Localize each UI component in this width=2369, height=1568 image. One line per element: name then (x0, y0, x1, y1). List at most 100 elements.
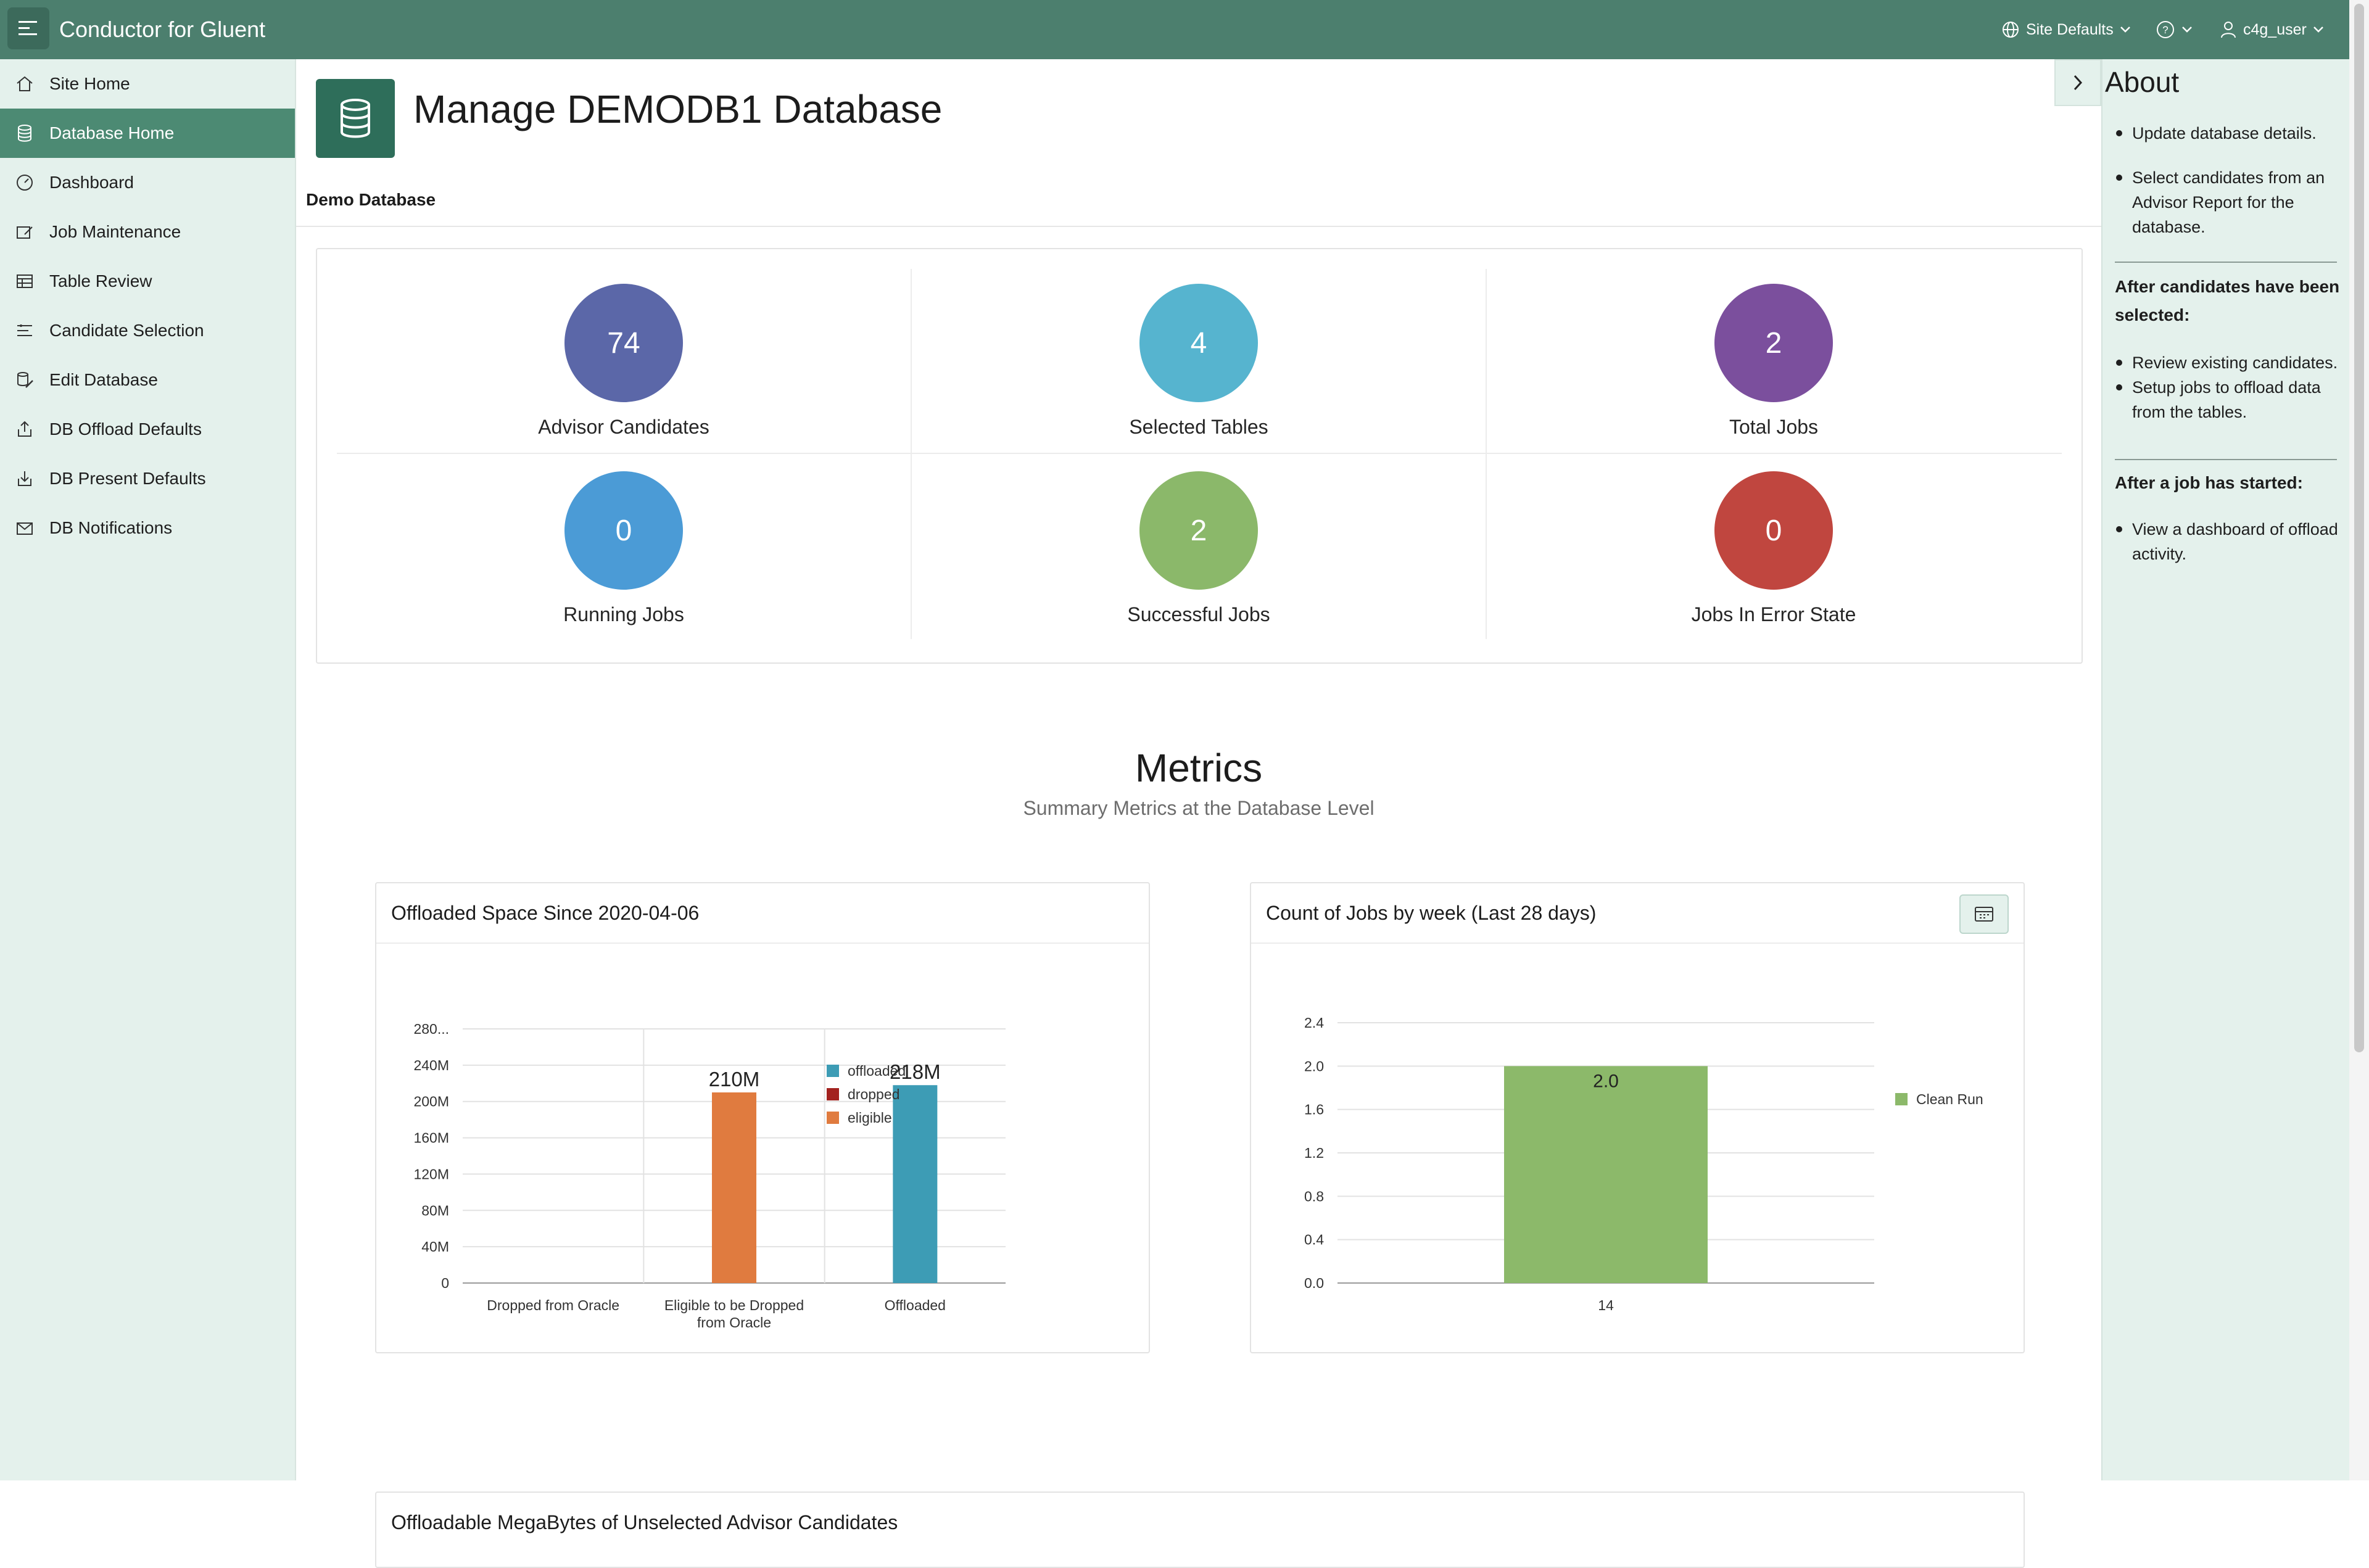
user-icon (2221, 22, 2236, 38)
site-defaults-menu[interactable]: Site Defaults (2001, 0, 2131, 59)
y-tick-label: 120M (413, 1166, 449, 1182)
edit-job-icon (12, 220, 37, 244)
menu-toggle-button[interactable] (7, 7, 49, 49)
sidebar-item-label: Dashboard (49, 173, 134, 192)
badge-label: Jobs In Error State (1691, 603, 1856, 625)
table-view-icon (1975, 907, 1993, 922)
y-tick-label: 1.2 (1304, 1145, 1324, 1161)
list-item: View a dashboard of offload activity. (2115, 517, 2343, 566)
sidebar-item-database-home[interactable]: Database Home (0, 109, 295, 158)
y-tick-label: 200M (413, 1094, 449, 1110)
x-tick-label: Dropped from Oracle (487, 1297, 619, 1313)
legend-label: offloaded (848, 1063, 906, 1079)
help-menu[interactable]: ? (2156, 0, 2193, 59)
metrics-heading: Metrics (1135, 746, 1263, 790)
divider (296, 226, 2101, 227)
y-tick-label: 2.4 (1304, 1015, 1324, 1031)
app-title[interactable]: Conductor for Gluent (59, 0, 265, 59)
chevron-down-icon (2120, 27, 2130, 33)
badge-list: 74 Advisor Candidates 4 Selected Tables … (316, 248, 2083, 664)
y-tick-label: 1.6 (1304, 1102, 1324, 1118)
legend-swatch (827, 1112, 839, 1124)
database-icon (341, 99, 370, 138)
database-edit-icon (12, 368, 37, 392)
page-icon (316, 79, 395, 158)
sidebar-item-label: Job Maintenance (49, 222, 181, 241)
hamburger-icon (19, 21, 37, 35)
offloaded-space-chart: 0 40M 80M 120M 160M 200M 240M 280... Dropped fro… (413, 1021, 1006, 1331)
divider (2115, 262, 2337, 263)
badge-jobs-in-error[interactable]: 0 Jobs In Error State (1487, 459, 2061, 644)
chevron-down-icon (2313, 27, 2323, 33)
badge-total-jobs[interactable]: 2 Total Jobs (1487, 271, 2061, 456)
chart-title: Count of Jobs by week (Last 28 days) (1251, 883, 2024, 944)
about-title: About (2105, 66, 2180, 98)
scrollbar-thumb[interactable] (2354, 4, 2364, 1052)
about-section-heading: After candidates have been selected: (2115, 277, 2340, 324)
about-panel: About Update database details. Select ca… (2101, 59, 2349, 1480)
y-tick-label: 40M (421, 1239, 449, 1255)
metrics-subheading: Summary Metrics at the Database Level (1023, 797, 1375, 819)
list-item: Update database details. (2115, 121, 2343, 146)
y-tick-label: 160M (413, 1130, 449, 1146)
page-scrollbar[interactable] (2349, 0, 2369, 1480)
sidebar-item-table-review[interactable]: Table Review (0, 257, 295, 306)
main-content: Manage DEMODB1 Database Demo Database 74… (296, 59, 2101, 1568)
legend-label: dropped (848, 1086, 899, 1102)
sidebar-nav: Site Home Database Home Dashboard Job Ma… (0, 59, 296, 1480)
data-label: 2.0 (1593, 1071, 1619, 1091)
sidebar-item-db-offload-defaults[interactable]: DB Offload Defaults (0, 405, 295, 454)
chart-bar (712, 1092, 756, 1283)
legend-swatch (1895, 1093, 1908, 1105)
collapse-panel-button[interactable] (2054, 59, 2101, 106)
chart-data-view-button[interactable] (1959, 894, 2009, 934)
badge-successful-jobs[interactable]: 2 Successful Jobs (912, 459, 1486, 644)
user-name: c4g_user (2243, 20, 2307, 38)
sidebar-item-job-maintenance[interactable]: Job Maintenance (0, 207, 295, 257)
badge-label: Running Jobs (563, 603, 684, 625)
chart-bar (893, 1085, 938, 1283)
chart-title: Offloadable MegaBytes of Unselected Advi… (391, 1511, 898, 1533)
list-item: Select candidates from an Advisor Report… (2115, 165, 2343, 239)
legend-label: eligible (848, 1110, 892, 1126)
about-section-heading: After a job has started: (2115, 473, 2303, 492)
sidebar-item-site-home[interactable]: Site Home (0, 59, 295, 109)
gauge-icon (12, 170, 37, 195)
badge-running-jobs[interactable]: 0 Running Jobs (337, 459, 911, 644)
y-tick-label: 0 (441, 1275, 449, 1291)
y-tick-label: 240M (413, 1057, 449, 1073)
chevron-down-icon (2182, 27, 2192, 33)
badge-selected-tables[interactable]: 4 Selected Tables (912, 271, 1486, 456)
x-tick-label: 14 (1598, 1297, 1614, 1313)
region-title: Demo Database (306, 190, 436, 209)
y-tick-label: 2.0 (1304, 1058, 1324, 1074)
about-intro-list: Update database details. Select candidat… (2115, 121, 2343, 239)
top-header: Conductor for Gluent Site Defaults ? c4g… (0, 0, 2349, 59)
y-tick-label: 0.0 (1304, 1275, 1324, 1291)
download-icon (12, 466, 37, 491)
sidebar-item-edit-database[interactable]: Edit Database (0, 355, 295, 405)
badge-label: Total Jobs (1729, 416, 1819, 438)
home-icon (12, 72, 37, 96)
badge-label: Selected Tables (1129, 416, 1268, 438)
upload-icon (12, 417, 37, 442)
filter-list-icon (12, 318, 37, 343)
sidebar-item-label: Candidate Selection (49, 321, 204, 340)
sidebar-item-candidate-selection[interactable]: Candidate Selection (0, 306, 295, 355)
data-label: 210M (709, 1068, 760, 1091)
about-section2-list: View a dashboard of offload activity. (2115, 517, 2343, 566)
sidebar-item-db-notifications[interactable]: DB Notifications (0, 503, 295, 553)
legend-label: Clean Run (1916, 1091, 1983, 1107)
user-menu[interactable]: c4g_user (2220, 0, 2324, 59)
divider (2115, 459, 2337, 460)
sidebar-item-dashboard[interactable]: Dashboard (0, 158, 295, 207)
x-tick-label: Offloaded (885, 1297, 946, 1313)
badge-advisor-candidates[interactable]: 74 Advisor Candidates (337, 271, 911, 456)
y-tick-label: 80M (421, 1202, 449, 1218)
sidebar-item-label: Table Review (49, 271, 152, 291)
sidebar-item-label: DB Offload Defaults (49, 419, 202, 439)
help-icon: ? (2157, 21, 2174, 38)
sidebar-item-db-present-defaults[interactable]: DB Present Defaults (0, 454, 295, 503)
about-section1-list: Review existing candidates. Setup jobs t… (2115, 350, 2343, 424)
list-item: Setup jobs to offload data from the tabl… (2115, 375, 2343, 424)
